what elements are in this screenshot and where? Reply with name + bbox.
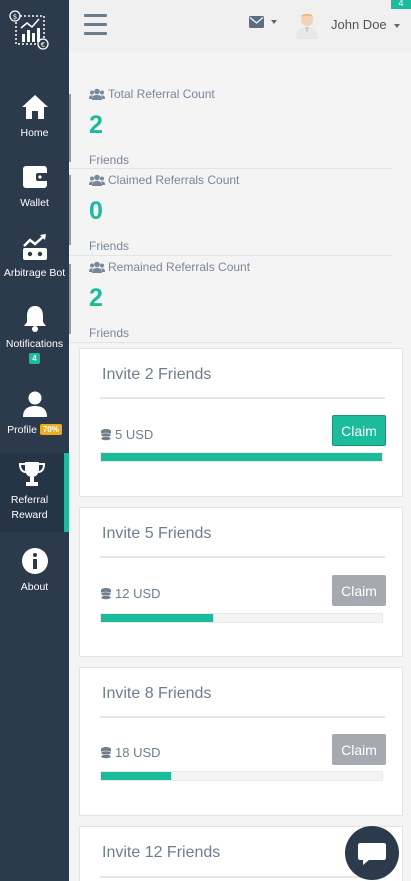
stat-unit: Friends <box>89 326 130 340</box>
sidebar-item-home[interactable]: Home <box>0 92 69 142</box>
progress-fill <box>101 772 172 780</box>
progress-bar <box>100 771 383 781</box>
stat-title-row: Claimed Referrals Count <box>89 173 239 187</box>
card-title: Invite 5 Friends <box>102 525 212 542</box>
top-badge: 4 <box>391 0 411 9</box>
sidebar-item-label: Referral Reward <box>10 494 49 521</box>
progress-fill <box>101 614 214 622</box>
stat-divider <box>69 94 71 162</box>
card-divider <box>100 876 385 878</box>
stat-value: 2 <box>89 284 103 312</box>
top-badge-label: 4 <box>398 0 404 8</box>
user-name: John Doe <box>331 17 387 32</box>
chevron-down-icon <box>271 19 278 24</box>
reward-amount: 12 USD <box>115 586 161 601</box>
stat-title: Total Referral Count <box>108 87 215 101</box>
card-title: Invite 12 Friends <box>102 844 221 861</box>
stat-divider <box>69 264 71 334</box>
progress-fill <box>101 453 382 461</box>
sidebar-item-label: Profile <box>7 424 37 436</box>
avatar[interactable] <box>295 11 319 39</box>
sidebar-item-label: About <box>20 581 49 593</box>
reward-amount: 5 USD <box>115 427 154 442</box>
card-title: Invite 8 Friends <box>102 685 212 702</box>
home-icon <box>21 95 48 119</box>
sidebar-item-label: Wallet <box>20 197 49 209</box>
sidebar-item-label: Home <box>20 127 49 139</box>
card-divider <box>100 716 385 718</box>
notifications-badge: 4 <box>29 353 40 364</box>
sidebar-item-label: Notifications <box>5 338 64 350</box>
bell-icon <box>23 306 46 332</box>
reward-card: Invite 5 Friends 12 USD Claim <box>79 507 403 657</box>
stat-claimed-referrals: Claimed Referrals Count 0 Friends <box>69 169 393 256</box>
claim-button[interactable]: Claim <box>332 415 386 446</box>
top-bar: 4 John Doe <box>69 0 411 51</box>
reward-row: 5 USD <box>100 427 153 442</box>
reward-row: 12 USD <box>100 586 161 601</box>
sidebar-item-profile[interactable]: Profile 70% <box>0 389 69 439</box>
chevron-down-icon <box>394 23 401 28</box>
trophy-icon <box>18 462 46 486</box>
stat-remained-referrals: Remained Referrals Count 2 Friends <box>69 256 393 343</box>
progress-bar <box>100 613 383 623</box>
users-icon <box>89 88 105 100</box>
stat-unit: Friends <box>89 153 130 167</box>
claim-button[interactable]: Claim <box>332 575 386 606</box>
stat-divider <box>69 175 71 245</box>
sidebar-item-label: Arbitrage Bot <box>3 267 66 279</box>
messages-dropdown[interactable] <box>249 13 278 31</box>
stat-title-row: Remained Referrals Count <box>89 260 250 274</box>
reward-row: 18 USD <box>100 745 161 760</box>
users-icon <box>89 174 105 186</box>
sidebar-item-wallet[interactable]: Wallet <box>0 162 69 212</box>
coins-icon <box>100 588 112 600</box>
card-divider <box>100 556 385 558</box>
logo-icon: $ € <box>9 10 49 50</box>
card-title: Invite 2 Friends <box>102 366 212 383</box>
users-icon <box>89 261 105 273</box>
profile-completion-badge: 70% <box>39 424 62 435</box>
info-icon <box>21 548 48 574</box>
stat-value: 0 <box>89 197 103 225</box>
claim-button[interactable]: Claim <box>332 734 386 765</box>
stat-title-row: Total Referral Count <box>89 87 215 101</box>
sidebar-item-about[interactable]: About <box>0 546 69 596</box>
sidebar-item-arbitrage-bot[interactable]: Arbitrage Bot <box>0 232 69 282</box>
reward-card: Invite 8 Friends 18 USD Claim <box>79 667 403 816</box>
svg-text:€: € <box>41 41 45 49</box>
card-divider <box>100 397 385 399</box>
stat-unit: Friends <box>89 239 130 253</box>
reward-card: Invite 2 Friends 5 USD Claim <box>79 348 403 497</box>
user-icon <box>22 391 47 417</box>
stat-title: Claimed Referrals Count <box>108 173 240 187</box>
coins-icon <box>100 429 112 441</box>
wallet-icon <box>22 166 48 188</box>
sidebar-item-notifications[interactable]: Notifications 4 <box>0 303 69 368</box>
stat-total-referrals: Total Referral Count 2 Friends <box>69 87 393 169</box>
user-menu[interactable]: John Doe <box>331 17 401 32</box>
sidebar-item-referral-reward[interactable]: Referral Reward <box>0 453 69 532</box>
progress-bar <box>100 452 383 462</box>
reward-amount: 18 USD <box>115 745 161 760</box>
robot-chart-icon <box>22 234 47 260</box>
stat-value: 2 <box>89 111 103 139</box>
chat-button[interactable] <box>345 826 399 880</box>
chat-bubble-icon <box>358 843 386 865</box>
coins-icon <box>100 747 112 759</box>
stat-title: Remained Referrals Count <box>108 260 251 274</box>
menu-toggle-button[interactable] <box>84 14 107 36</box>
envelope-icon <box>249 15 264 28</box>
svg-text:$: $ <box>13 13 17 21</box>
sidebar: $ € Home Wallet Arbitrage Bot Notificati… <box>0 0 69 881</box>
